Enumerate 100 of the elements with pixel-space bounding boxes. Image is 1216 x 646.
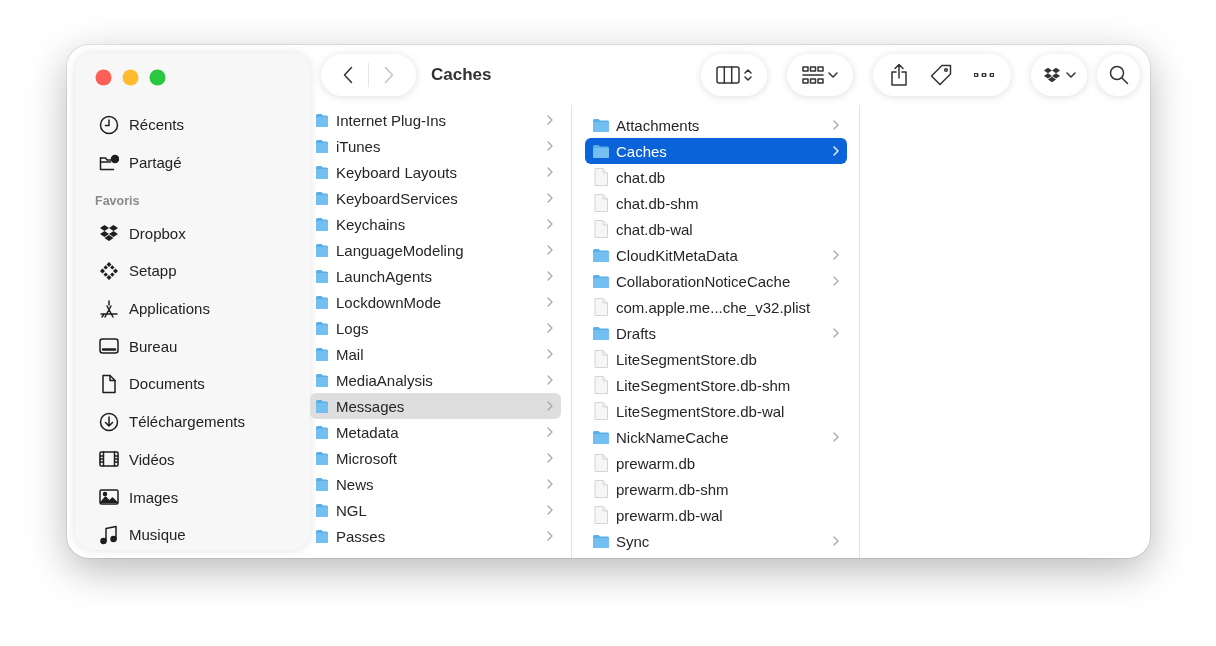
chevron-icon	[547, 271, 553, 281]
chevron-icon	[547, 297, 553, 307]
folder-icon	[316, 113, 328, 127]
file-icon	[594, 480, 608, 498]
file-row[interactable]: LiteSegmentStore.db-shm	[585, 372, 847, 398]
file-row[interactable]: prewarm.db	[585, 450, 847, 476]
folder-row[interactable]: NGL	[310, 497, 561, 523]
file-row[interactable]: LiteSegmentStore.db	[585, 346, 847, 372]
folder-icon	[316, 425, 328, 439]
file-icon	[594, 454, 608, 472]
chevron-icon	[833, 432, 839, 442]
chevron-icon	[833, 276, 839, 286]
sidebar-item[interactable]: Setapp	[87, 252, 298, 290]
file-icon	[594, 194, 608, 212]
chevron-icon	[547, 245, 553, 255]
sidebar-item[interactable]: Vidéos	[87, 440, 298, 479]
folder-icon	[593, 144, 609, 158]
folder-row[interactable]: LaunchAgents	[310, 263, 561, 289]
sidebar-item[interactable]: Téléchargements	[87, 402, 298, 441]
file-icon	[594, 402, 608, 420]
file-icon	[594, 220, 608, 238]
folder-icon	[316, 139, 328, 153]
folder-icon	[316, 243, 328, 257]
sidebar-item[interactable]: Documents	[87, 365, 298, 403]
chevron-icon	[547, 505, 553, 515]
chevron-icon	[547, 115, 553, 125]
folder-icon	[316, 451, 328, 465]
file-row[interactable]: chat.db-wal	[585, 216, 847, 242]
file-icon	[594, 168, 608, 186]
folder-icon	[593, 118, 609, 132]
dropbox-icon	[99, 223, 119, 244]
folder-icon	[316, 295, 328, 309]
folder-row[interactable]: LanguageModeling	[310, 237, 561, 263]
app-store-icon	[99, 298, 119, 319]
folder-row[interactable]: Attachments	[585, 112, 847, 138]
folder-row[interactable]: NickNameCache	[585, 424, 847, 450]
file-icon	[594, 506, 608, 524]
folder-icon	[593, 326, 609, 340]
folder-row[interactable]: Logs	[310, 315, 561, 341]
chevron-icon	[833, 146, 839, 156]
sidebar-item[interactable]: Bureau	[87, 327, 298, 366]
file-row[interactable]: chat.db-shm	[585, 190, 847, 216]
folder-row[interactable]: Drafts	[585, 320, 847, 346]
folder-row[interactable]: News	[310, 471, 561, 497]
folder-row[interactable]: iTunes	[310, 133, 561, 159]
folder-row[interactable]: Caches	[585, 138, 847, 164]
folder-row[interactable]: Internet Plug-Ins	[310, 107, 561, 133]
diamond-dots-icon	[99, 260, 119, 281]
film-icon	[99, 449, 119, 470]
folder-row[interactable]: Microsoft	[310, 445, 561, 471]
sidebar-item[interactable]: Applications	[87, 289, 298, 328]
file-row[interactable]: LiteSegmentStore.db-wal	[585, 398, 847, 424]
dropbox-icon	[1042, 66, 1062, 84]
folder-icon	[316, 165, 328, 179]
chevron-icon	[547, 323, 553, 333]
folder-icon	[316, 477, 328, 491]
folder-row[interactable]: KeyboardServices	[310, 185, 561, 211]
share-icon	[890, 63, 908, 87]
sidebar-item[interactable]: Récents	[87, 106, 298, 144]
shared-folder-icon	[99, 152, 119, 173]
sidebar-item[interactable]: Images	[87, 478, 298, 516]
chevron-down-icon	[828, 72, 838, 78]
folder-icon	[316, 503, 328, 517]
folder-icon	[593, 274, 609, 288]
file-row[interactable]: com.apple.me...che_v32.plist	[585, 294, 847, 320]
folder-row[interactable]: CollaborationNoticeCache	[585, 268, 847, 294]
window-title: Caches	[431, 65, 492, 85]
close-button[interactable]	[95, 69, 112, 86]
chevron-icon	[833, 328, 839, 338]
document-icon	[99, 373, 119, 394]
chevron-icon	[547, 401, 553, 411]
more-icon	[974, 73, 994, 77]
sidebar-item[interactable]: Musique	[87, 515, 298, 550]
folder-row[interactable]: Sync	[585, 528, 847, 554]
folder-icon	[593, 430, 609, 444]
folder-row[interactable]: CloudKitMetaData	[585, 242, 847, 268]
folder-row[interactable]: MediaAnalysis	[310, 367, 561, 393]
folder-row[interactable]: Passes	[310, 523, 561, 549]
sidebar-item[interactable]: Dropbox	[87, 214, 298, 253]
file-row[interactable]: chat.db	[585, 164, 847, 190]
folder-row[interactable]: Keyboard Layouts	[310, 159, 561, 185]
folder-row[interactable]: Mail	[310, 341, 561, 367]
chevron-icon	[547, 141, 553, 151]
file-row[interactable]: prewarm.db-wal	[585, 502, 847, 528]
folder-row[interactable]: Messages	[310, 393, 561, 419]
download-icon	[99, 411, 119, 432]
folder-icon	[316, 347, 328, 361]
folder-row[interactable]: Keychains	[310, 211, 561, 237]
folder-row[interactable]: Metadata	[310, 419, 561, 445]
folder-icon	[316, 399, 328, 413]
grid-icon	[802, 66, 824, 84]
folder-icon	[316, 217, 328, 231]
desktop-icon	[99, 336, 119, 357]
sidebar-item[interactable]: Partagé	[87, 143, 298, 182]
chevron-icon	[547, 453, 553, 463]
folder-row[interactable]: LockdownMode	[310, 289, 561, 315]
file-row[interactable]: prewarm.db-shm	[585, 476, 847, 502]
clock-icon	[99, 114, 119, 135]
section-header: Favoris	[94, 194, 141, 211]
chevron-icon	[547, 479, 553, 489]
